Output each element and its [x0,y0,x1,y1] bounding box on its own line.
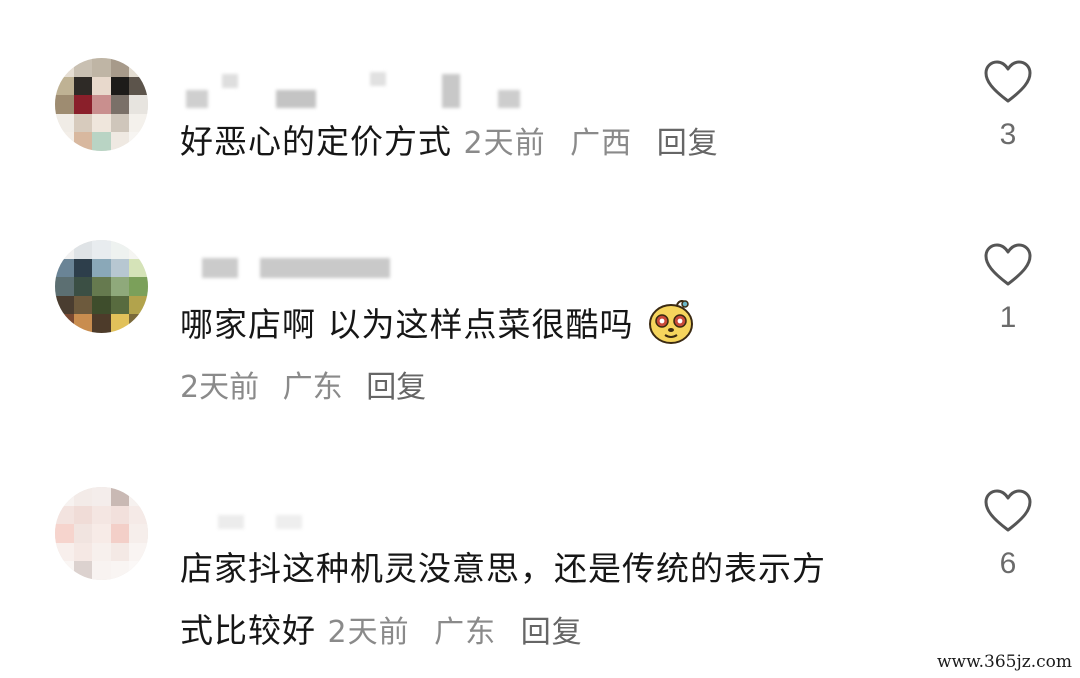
comment-text-continued: 式比较好 2天前 广东 回复 [180,602,597,662]
heart-outline-icon [984,489,1032,532]
comment-list: 好恶心的定价方式 2天前 广西 回复 3 哪家店啊 以为这样点菜很酷吗 2天前 … [0,0,1080,678]
comment-text: 店家抖这种机灵没意思，还是传统的表示方 [180,549,826,588]
watermark: www.365jz.com [937,652,1072,672]
comment-meta: 2天前 广东 回复 [328,615,597,650]
like-button[interactable]: 6 [976,489,1040,581]
avatar[interactable] [55,487,148,580]
reply-button[interactable]: 回复 [521,615,583,650]
like-count: 6 [999,547,1017,580]
comment-time: 2天前 [327,615,410,650]
comment-location: 广东 [434,615,497,650]
comment-item: 店家抖这种机灵没意思，还是传统的表示方 式比较好 2天前 广东 回复 6 [0,0,1080,678]
